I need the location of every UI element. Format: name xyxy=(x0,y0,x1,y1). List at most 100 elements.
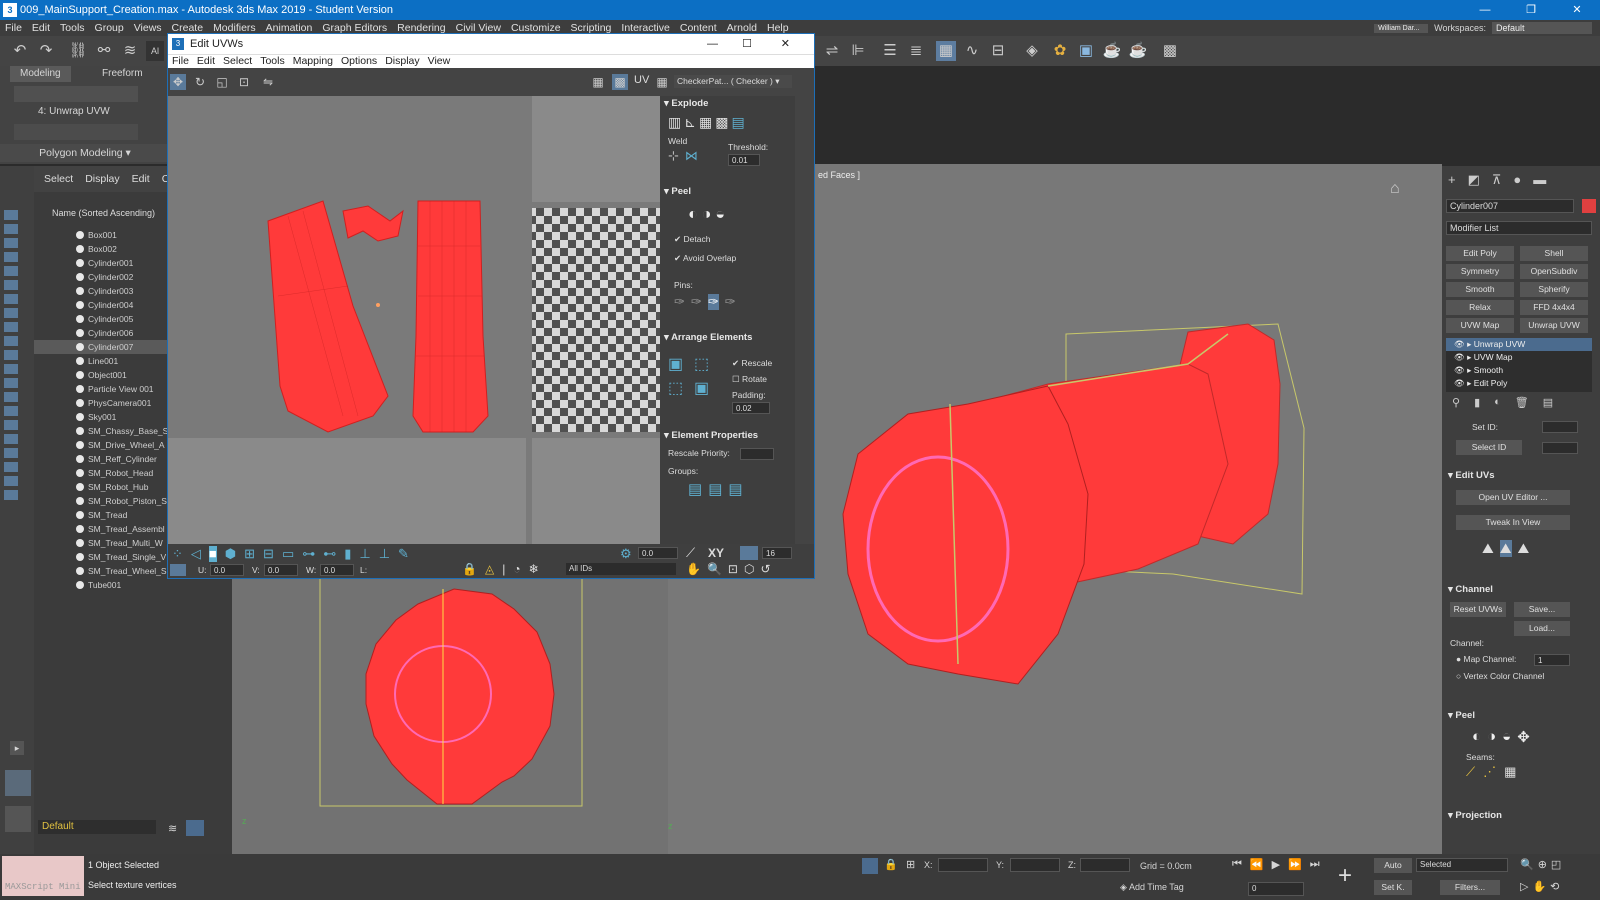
lock-selection-icon[interactable]: 🔒 xyxy=(884,858,898,871)
object-visibility-icon[interactable] xyxy=(76,483,84,491)
tab-freeform[interactable]: Freeform xyxy=(92,66,153,82)
mirror-uv-icon[interactable]: ⇋ xyxy=(260,74,276,90)
pin-icon[interactable]: ✑ xyxy=(674,294,685,310)
align-horizontal-icon[interactable]: ⊥ xyxy=(359,546,370,562)
rotation-snap-icon[interactable]: ⚙ xyxy=(620,546,632,562)
object-visibility-icon[interactable] xyxy=(76,441,84,449)
soft-select-icon[interactable]: ◬ xyxy=(485,562,494,576)
auto-pin-icon[interactable]: ✑ xyxy=(707,294,719,310)
explode-icon[interactable]: ⊾ xyxy=(684,114,696,131)
object-visibility-icon[interactable] xyxy=(76,329,84,337)
select-group-icon[interactable]: ▤ xyxy=(728,480,742,498)
go-to-end-icon[interactable]: ⏭ xyxy=(1310,858,1320,871)
modifier-set-button[interactable]: Edit Poly xyxy=(1446,246,1514,261)
object-visibility-icon[interactable] xyxy=(76,287,84,295)
object-visibility-icon[interactable] xyxy=(76,245,84,253)
curve-editor-icon[interactable]: ∿ xyxy=(962,41,982,61)
object-visibility-icon[interactable] xyxy=(76,539,84,547)
detach-checkbox[interactable]: ✔ Detach xyxy=(674,234,710,245)
user-account-dropdown[interactable]: William Dar... xyxy=(1374,23,1429,33)
explorer-menu-select[interactable]: Select xyxy=(44,173,73,185)
object-visibility-icon[interactable] xyxy=(76,301,84,309)
uv-maximize-icon[interactable]: ☐ xyxy=(742,34,752,54)
uv-zoom-region-icon[interactable]: ⊡ xyxy=(728,562,738,576)
object-visibility-icon[interactable] xyxy=(76,497,84,505)
w-field[interactable]: 0.0 xyxy=(320,564,354,576)
element-properties-header[interactable]: ▾ Element Properties xyxy=(664,430,758,441)
restore-icon[interactable]: ❐ xyxy=(1508,0,1554,20)
rotate-icon[interactable]: ↻ xyxy=(192,74,208,90)
transform-type-icon[interactable] xyxy=(170,564,186,576)
zoom-extents-icon[interactable]: ◰ xyxy=(1551,858,1561,871)
loop-icon[interactable]: ▭ xyxy=(282,546,294,562)
curve-icon[interactable]: ⟋ xyxy=(686,545,695,561)
uv-close-icon[interactable]: ✕ xyxy=(781,34,790,54)
hierarchy-tab-icon[interactable]: ⊼ xyxy=(1492,172,1502,192)
sort-icon[interactable] xyxy=(186,820,204,836)
close-icon[interactable]: ✕ xyxy=(1554,0,1600,20)
rotation-angle-field[interactable]: 0.0 xyxy=(638,547,678,559)
isolate-selection-icon[interactable] xyxy=(862,858,878,874)
modifier-stack-item[interactable]: 👁 ▸ Smooth xyxy=(1446,364,1592,377)
field-of-view-icon[interactable]: ▷ xyxy=(1520,880,1528,893)
point-to-point-seam-icon[interactable]: ⟋ xyxy=(1466,764,1475,780)
explorer-row[interactable]: Tube001 xyxy=(34,578,232,592)
uv-peel-mode-icon[interactable]: ◑ xyxy=(702,206,712,224)
edge-mode-icon[interactable]: ◁ xyxy=(191,546,201,562)
render-gallery-icon[interactable]: ▩ xyxy=(1160,41,1180,61)
object-visibility-icon[interactable] xyxy=(76,259,84,267)
link-icon[interactable]: ⛓ xyxy=(68,41,88,61)
u-field[interactable]: 0.0 xyxy=(210,564,244,576)
object-visibility-icon[interactable] xyxy=(76,511,84,519)
object-visibility-icon[interactable] xyxy=(76,413,84,421)
pelt-map-icon[interactable]: ✥ xyxy=(1517,728,1530,746)
object-visibility-icon[interactable] xyxy=(76,469,84,477)
object-visibility-icon[interactable] xyxy=(76,581,84,589)
freeform-icon[interactable]: ⊡ xyxy=(236,74,252,90)
render-setup-icon[interactable]: ✿ xyxy=(1050,41,1070,61)
display-tab-icon[interactable]: ▬ xyxy=(1533,172,1546,192)
vertex-mode-icon[interactable]: ⁘ xyxy=(172,546,183,562)
create-tab-icon[interactable]: + xyxy=(1448,172,1456,192)
next-frame-icon[interactable]: ⏩ xyxy=(1288,858,1302,871)
viewcube-icon[interactable]: ⌂ xyxy=(1390,180,1416,198)
uv-pan-icon[interactable]: ✋ xyxy=(686,562,701,576)
modifier-toggle-icon[interactable]: 👁 ▸ xyxy=(1454,365,1474,375)
add-time-tag-button[interactable]: ◈ Add Time Tag xyxy=(1120,882,1184,893)
save-uvs-button[interactable]: Save... xyxy=(1514,602,1570,617)
load-uvs-button[interactable]: Load... xyxy=(1514,621,1570,636)
polygon-modeling-dropdown[interactable]: Polygon Modeling ▾ xyxy=(0,144,170,162)
modifier-set-button[interactable]: FFD 4x4x4 xyxy=(1520,300,1588,315)
pack-together-icon[interactable]: ⬚ xyxy=(668,378,694,398)
freeze-icon[interactable]: ❄ xyxy=(529,562,539,576)
filter-icons[interactable] xyxy=(4,210,18,500)
key-filter-dropdown[interactable]: Selected xyxy=(1416,858,1508,872)
show-end-result-icon[interactable]: ▮ xyxy=(1474,396,1480,410)
uv-menu-select[interactable]: Select xyxy=(219,55,256,68)
padding-field[interactable]: 0.02 xyxy=(732,402,770,414)
minimize-icon[interactable]: — xyxy=(1462,0,1508,20)
ungroup-icon[interactable]: ▤ xyxy=(708,480,722,498)
orbit-icon[interactable]: ⟲ xyxy=(1550,880,1559,893)
absolute-mode-icon[interactable]: ⊞ xyxy=(906,858,915,871)
layer-explorer-icon[interactable]: ≣ xyxy=(906,41,926,61)
grid-size-field[interactable]: 16 xyxy=(762,547,792,559)
uv-minimize-icon[interactable]: — xyxy=(707,34,718,54)
object-visibility-icon[interactable] xyxy=(76,553,84,561)
object-visibility-icon[interactable] xyxy=(76,385,84,393)
object-name-field[interactable]: Cylinder007 xyxy=(1446,199,1574,213)
go-to-start-icon[interactable]: ⏮ xyxy=(1232,858,1242,871)
modifier-set-button[interactable]: Symmetry xyxy=(1446,264,1514,279)
uv-zoom-icon[interactable]: 🔍 xyxy=(707,562,722,576)
maxscript-listener[interactable]: MAXScript Mini xyxy=(2,856,84,896)
uv-menu-display[interactable]: Display xyxy=(381,55,423,68)
toggle-ribbon-icon[interactable]: ▦ xyxy=(936,41,956,61)
pack-custom-icon[interactable]: ⬚ xyxy=(694,354,720,374)
modifier-toggle-icon[interactable]: 👁 ▸ xyxy=(1454,352,1474,362)
explorer-menu-edit[interactable]: Edit xyxy=(132,173,150,185)
filters-button[interactable]: Filters... xyxy=(1440,880,1500,895)
object-visibility-icon[interactable] xyxy=(76,357,84,365)
previous-frame-icon[interactable]: ⏪ xyxy=(1250,858,1264,871)
workspace-dropdown[interactable]: Default xyxy=(1492,22,1592,34)
uv-menu-file[interactable]: File xyxy=(168,55,193,68)
